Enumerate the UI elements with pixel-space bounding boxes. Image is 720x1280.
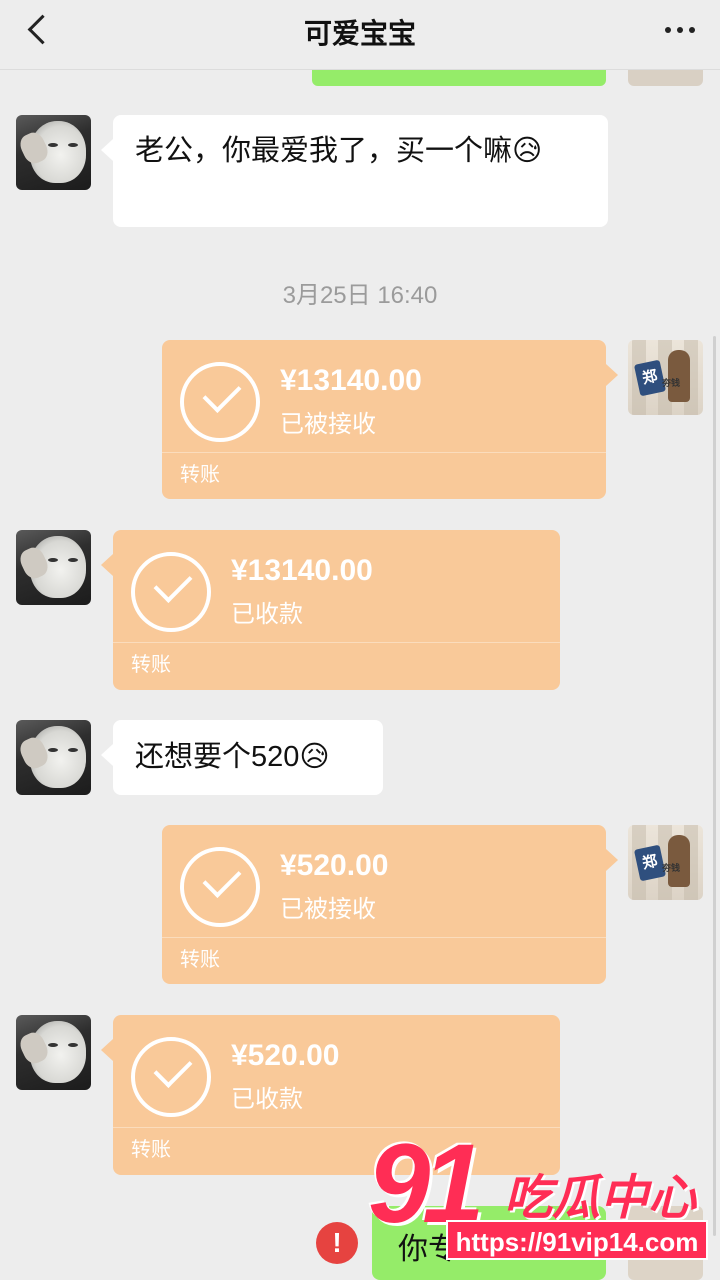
check-circle-icon (131, 552, 211, 632)
watermark-url: https://91vip14.com (446, 1220, 708, 1260)
check-circle-icon (180, 847, 260, 927)
check-circle-icon (180, 362, 260, 442)
chat-header: 可爱宝宝 (0, 0, 720, 70)
contact-avatar[interactable] (16, 720, 91, 795)
transfer-label: 转账 (131, 654, 171, 676)
transfer-label: 转账 (131, 1139, 171, 1161)
transfer-label: 转账 (180, 464, 220, 486)
message-text: 老公，你最爱我了，买一个嘛😥 (135, 135, 543, 167)
check-circle-icon (131, 1037, 211, 1117)
own-avatar[interactable]: 郑 夯钱 (628, 340, 703, 415)
more-options-icon[interactable] (660, 22, 700, 38)
transfer-card-incoming[interactable]: ¥13140.00 已收款 转账 (101, 530, 560, 690)
contact-avatar[interactable] (16, 1015, 91, 1090)
chat-title: 可爱宝宝 (303, 18, 416, 49)
message-text: 还想要个520😥 (135, 741, 330, 773)
send-failed-icon[interactable]: ! (316, 1222, 358, 1264)
own-avatar[interactable]: 郑 夯钱 (628, 825, 703, 900)
message-timestamp: 3月25日 16:40 (282, 282, 438, 309)
transfer-amount: ¥520.00 (280, 849, 389, 882)
contact-avatar[interactable] (16, 530, 91, 605)
scrollbar[interactable] (713, 336, 716, 1236)
transfer-amount: ¥520.00 (231, 1039, 340, 1072)
transfer-status: 已被接收 (280, 896, 376, 923)
transfer-amount: ¥13140.00 (280, 364, 422, 397)
watermark-name: 吃瓜中心 (504, 1172, 697, 1225)
contact-avatar[interactable] (16, 115, 91, 190)
message-bubble-incoming[interactable]: 还想要个520😥 (101, 720, 383, 795)
transfer-card-outgoing[interactable]: ¥13140.00 已被接收 转账 (162, 340, 618, 499)
transfer-status: 已被接收 (280, 411, 376, 438)
transfer-status: 已收款 (231, 601, 303, 628)
transfer-amount: ¥13140.00 (231, 554, 373, 587)
transfer-label: 转账 (180, 949, 220, 971)
transfer-card-outgoing[interactable]: ¥520.00 已被接收 转账 (162, 825, 618, 984)
transfer-status: 已收款 (231, 1086, 303, 1113)
message-bubble-incoming[interactable]: 老公，你最爱我了，买一个嘛😥 (101, 115, 608, 227)
site-watermark: 91 吃瓜中心 https://91vip14.com (368, 1128, 713, 1280)
